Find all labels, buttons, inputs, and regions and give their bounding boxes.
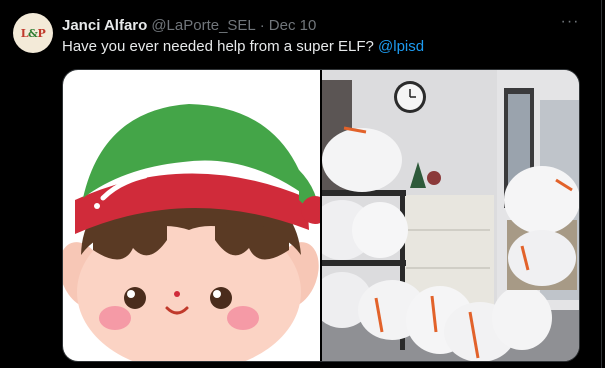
avatar[interactable]: L&P — [13, 13, 53, 53]
office-bags-photo[interactable] — [310, 70, 579, 361]
tweet-body: Have you ever needed help from a super E… — [62, 38, 379, 55]
tweet-text: Have you ever needed help from a super E… — [62, 38, 424, 55]
elf-cartoon-image[interactable] — [63, 70, 329, 361]
author-name[interactable]: Janci Alfaro — [62, 17, 147, 34]
media-grid — [62, 69, 580, 362]
tweet-date[interactable]: Dec 10 — [269, 17, 317, 34]
tweet-header: Janci Alfaro @LaPorte_SEL · Dec 10 — [62, 15, 316, 35]
avatar-logo: L&P — [13, 27, 53, 40]
avatar-letter-right: P — [37, 27, 46, 40]
author-handle[interactable]: @LaPorte_SEL — [151, 17, 255, 34]
separator-dot: · — [259, 16, 265, 34]
avatar-letter-left: L — [20, 27, 29, 40]
more-options-icon[interactable]: ··· — [559, 14, 581, 34]
mention-link[interactable]: @lpisd — [378, 38, 424, 55]
office-photo-illustration — [310, 70, 579, 361]
tweet-card[interactable]: L&P Janci Alfaro @LaPorte_SEL · Dec 10 ·… — [0, 0, 602, 368]
elf-illustration — [63, 104, 329, 361]
